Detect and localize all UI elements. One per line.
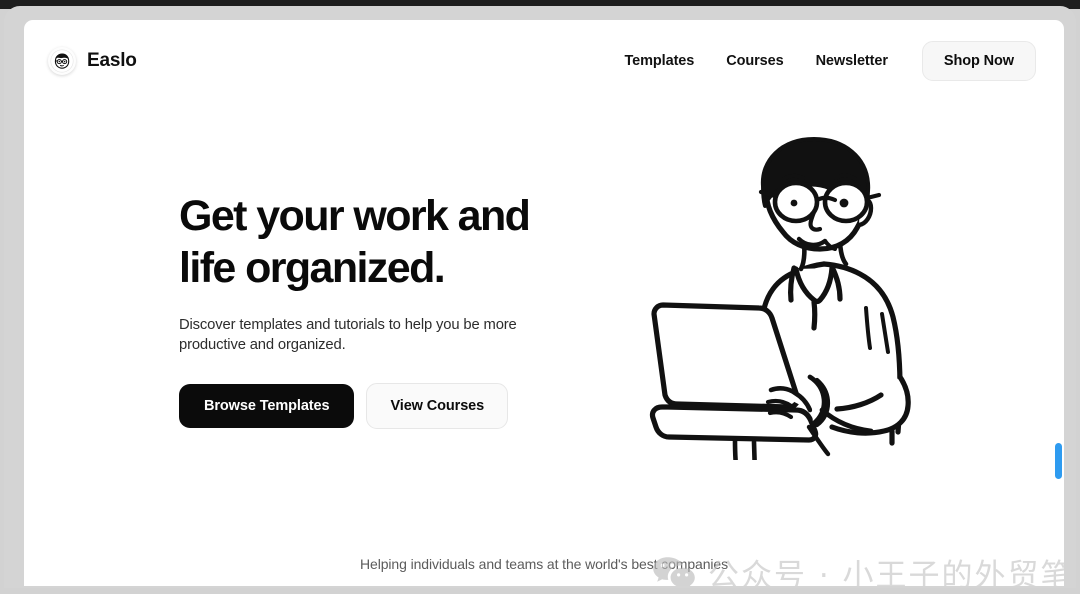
hero-copy: Get your work and life organized. Discov… bbox=[179, 190, 609, 429]
brand-name: Easlo bbox=[87, 50, 137, 71]
hero-section: Get your work and life organized. Discov… bbox=[24, 102, 1064, 522]
view-courses-button[interactable]: View Courses bbox=[366, 383, 509, 429]
nav-link-templates[interactable]: Templates bbox=[608, 45, 710, 77]
browse-templates-button[interactable]: Browse Templates bbox=[179, 384, 355, 428]
site-header: Easlo Templates Courses Newsletter Shop … bbox=[24, 20, 1064, 102]
face-avatar-icon bbox=[48, 47, 76, 75]
webpage-viewport: Easlo Templates Courses Newsletter Shop … bbox=[24, 20, 1064, 586]
nav-link-courses[interactable]: Courses bbox=[710, 45, 799, 77]
brand-logo[interactable]: Easlo bbox=[48, 47, 137, 75]
nav-link-newsletter[interactable]: Newsletter bbox=[800, 45, 904, 77]
browser-frame: Easlo Templates Courses Newsletter Shop … bbox=[4, 6, 1076, 588]
shop-now-button[interactable]: Shop Now bbox=[921, 41, 1036, 81]
person-with-laptop-illustration bbox=[644, 130, 984, 460]
page-scrollbar[interactable] bbox=[1055, 20, 1062, 586]
hero-cta-group: Browse Templates View Courses bbox=[179, 383, 609, 429]
main-navigation: Templates Courses Newsletter Shop Now bbox=[608, 41, 1036, 81]
hero-subheadline: Discover templates and tutorials to help… bbox=[179, 317, 517, 353]
hero-headline: Get your work and life organized. bbox=[179, 192, 531, 292]
screenshot-root: Easlo Templates Courses Newsletter Shop … bbox=[0, 0, 1080, 594]
footer-tagline: Helping individuals and teams at the wor… bbox=[360, 556, 728, 572]
scrollbar-thumb[interactable] bbox=[1055, 443, 1062, 479]
